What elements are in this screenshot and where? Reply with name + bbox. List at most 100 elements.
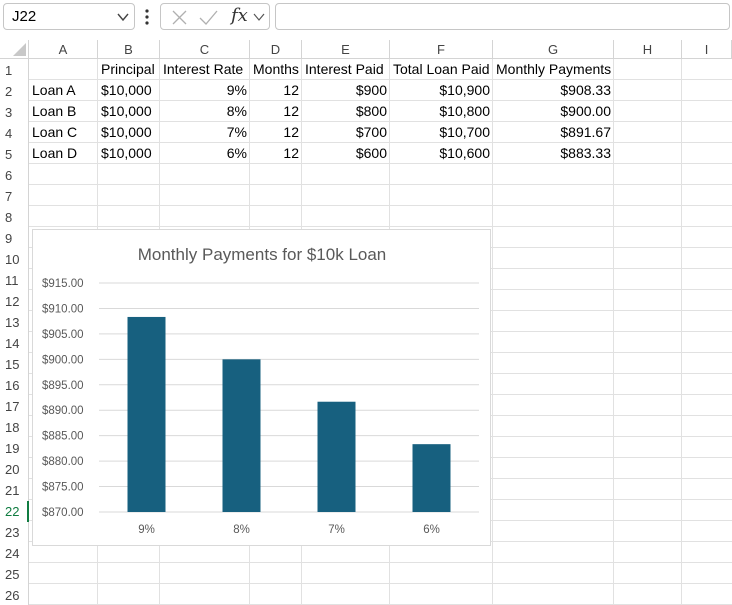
row-header-24[interactable]: 24 — [0, 542, 29, 563]
table-cell[interactable]: $10,600 — [390, 143, 493, 164]
table-cell[interactable]: 6% — [160, 143, 250, 164]
row-header-1[interactable]: 1 — [0, 59, 29, 80]
table-cell[interactable]: 12 — [250, 143, 302, 164]
y-tick-label: $910.00 — [42, 303, 84, 315]
y-tick-label: $900.00 — [42, 354, 84, 366]
loan-name-cell[interactable]: Loan D — [29, 143, 98, 164]
column-heading-cell[interactable]: Interest Rate — [160, 59, 250, 80]
row-header-16[interactable]: 16 — [0, 374, 29, 395]
column-header-b[interactable]: B — [98, 40, 160, 59]
table-cell[interactable]: $883.33 — [493, 143, 614, 164]
table-cell[interactable]: $800 — [302, 101, 390, 122]
row-header-22[interactable]: 22 — [0, 500, 29, 521]
x-tick-label: 9% — [138, 524, 155, 536]
y-tick-label: $885.00 — [42, 431, 84, 443]
y-tick-label: $880.00 — [42, 456, 84, 468]
column-heading-cell[interactable]: Interest Paid — [302, 59, 390, 80]
row-gridline — [29, 562, 732, 563]
chart-bar-7pct — [317, 401, 356, 512]
formula-input[interactable] — [275, 3, 730, 30]
table-cell[interactable]: $700 — [302, 122, 390, 143]
chart-bar-9pct — [127, 316, 166, 512]
bar-chart[interactable]: Monthly Payments for $10k Loan $870.00 $87… — [32, 229, 491, 546]
loan-name-cell[interactable]: Loan B — [29, 101, 98, 122]
column-header-g[interactable]: G — [493, 40, 614, 59]
table-cell[interactable]: $908.33 — [493, 80, 614, 101]
row-header-2[interactable]: 2 — [0, 80, 29, 101]
row-header-13[interactable]: 13 — [0, 311, 29, 332]
column-header-d[interactable]: D — [250, 40, 302, 59]
table-cell[interactable]: $10,000 — [98, 101, 160, 122]
select-all-button[interactable] — [0, 40, 29, 59]
row-header-19[interactable]: 19 — [0, 437, 29, 458]
cancel-icon[interactable] — [171, 9, 188, 26]
formula-bar: J22 fx — [0, 0, 732, 34]
row-header-15[interactable]: 15 — [0, 353, 29, 374]
more-options-icon[interactable] — [143, 8, 151, 26]
table-cell[interactable]: 8% — [160, 101, 250, 122]
chevron-down-icon[interactable] — [116, 10, 130, 24]
formula-buttons: fx — [160, 3, 270, 30]
name-box[interactable]: J22 — [3, 3, 135, 30]
row-header-6[interactable]: 6 — [0, 164, 29, 185]
spreadsheet-grid[interactable]: ABCDEFGHI 1 2 3 4 5 6 7 8 9 10 11 12 13 14 15 16 17 18 19 2… — [0, 40, 732, 605]
checkmark-icon[interactable] — [199, 9, 218, 26]
table-cell[interactable]: $900.00 — [493, 101, 614, 122]
row-header-26[interactable]: 26 — [0, 584, 29, 605]
column-heading-cell[interactable]: Principal — [98, 59, 160, 80]
table-cell[interactable]: $10,000 — [98, 122, 160, 143]
row-header-14[interactable]: 14 — [0, 332, 29, 353]
table-cell[interactable]: 12 — [250, 80, 302, 101]
table-cell[interactable]: $10,800 — [390, 101, 493, 122]
x-tick-label: 6% — [423, 524, 440, 536]
insert-function-icon[interactable]: fx — [231, 5, 248, 26]
row-header-5[interactable]: 5 — [0, 143, 29, 164]
row-header-3[interactable]: 3 — [0, 101, 29, 122]
row-header-11[interactable]: 11 — [0, 269, 29, 290]
row-header-8[interactable]: 8 — [0, 206, 29, 227]
row-header-7[interactable]: 7 — [0, 185, 29, 206]
table-cell[interactable]: 12 — [250, 122, 302, 143]
row-gridline — [29, 205, 732, 206]
column-header-c[interactable]: C — [160, 40, 250, 59]
chevron-down-icon[interactable] — [253, 11, 265, 23]
row-header-12[interactable]: 12 — [0, 290, 29, 311]
column-heading-cell[interactable]: Months — [250, 59, 302, 80]
row-header-10[interactable]: 10 — [0, 248, 29, 269]
x-tick-label: 8% — [233, 524, 250, 536]
row-gridline — [29, 583, 732, 584]
name-box-value: J22 — [12, 8, 37, 25]
column-header-i[interactable]: I — [682, 40, 732, 59]
row-header-4[interactable]: 4 — [0, 122, 29, 143]
select-all-icon — [13, 43, 26, 56]
row-header-9[interactable]: 9 — [0, 227, 29, 248]
column-header-h[interactable]: H — [614, 40, 682, 59]
row-header-21[interactable]: 21 — [0, 479, 29, 500]
table-cell[interactable]: $10,700 — [390, 122, 493, 143]
row-header-23[interactable]: 23 — [0, 521, 29, 542]
y-tick-label: $895.00 — [42, 380, 84, 392]
table-cell[interactable]: $891.67 — [493, 122, 614, 143]
table-cell[interactable]: $900 — [302, 80, 390, 101]
y-tick-label: $890.00 — [42, 405, 84, 417]
table-cell[interactable]: 7% — [160, 122, 250, 143]
table-cell[interactable]: $600 — [302, 143, 390, 164]
row-gridline — [29, 184, 732, 185]
table-cell[interactable]: $10,000 — [98, 80, 160, 101]
column-header-e[interactable]: E — [302, 40, 390, 59]
table-cell[interactable]: $10,900 — [390, 80, 493, 101]
table-cell[interactable]: 9% — [160, 80, 250, 101]
loan-name-cell[interactable]: Loan C — [29, 122, 98, 143]
column-heading-cell[interactable]: Monthly Payments — [493, 59, 614, 80]
row-header-18[interactable]: 18 — [0, 416, 29, 437]
column-header-a[interactable]: A — [29, 40, 98, 59]
row-header-25[interactable]: 25 — [0, 563, 29, 584]
row-header-17[interactable]: 17 — [0, 395, 29, 416]
row-header-20[interactable]: 20 — [0, 458, 29, 479]
chart-canvas: Monthly Payments for $10k Loan $870.00 $87… — [42, 245, 479, 536]
table-cell[interactable]: 12 — [250, 101, 302, 122]
loan-name-cell[interactable]: Loan A — [29, 80, 98, 101]
column-heading-cell[interactable]: Total Loan Paid — [390, 59, 493, 80]
table-cell[interactable]: $10,000 — [98, 143, 160, 164]
column-header-f[interactable]: F — [390, 40, 493, 59]
